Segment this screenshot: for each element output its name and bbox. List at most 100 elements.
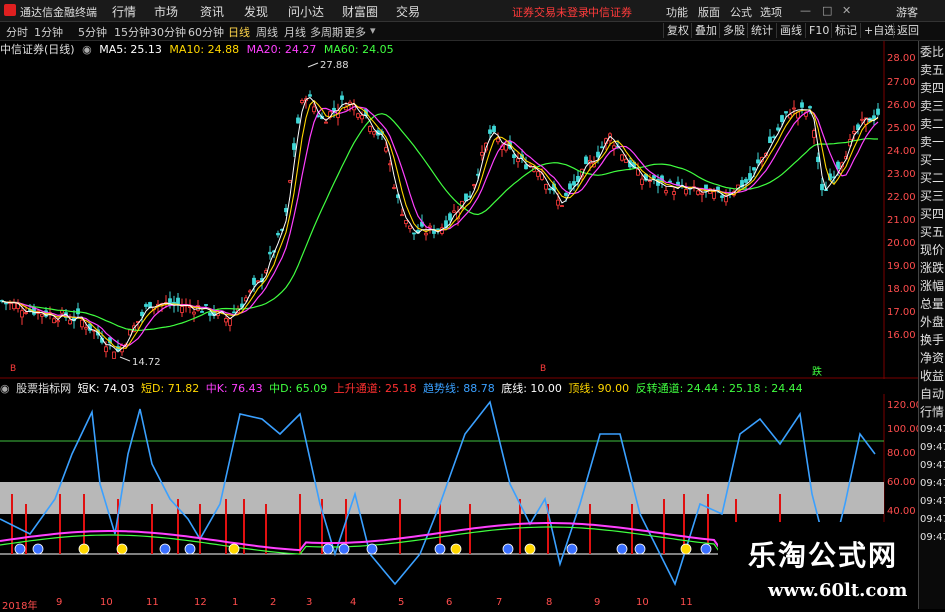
- face-icon: [228, 543, 240, 555]
- candle-body: [752, 167, 756, 171]
- quote-label: 卖五: [920, 63, 945, 77]
- adjust-button[interactable]: 复权: [663, 23, 692, 38]
- menu-formula[interactable]: 公式: [730, 4, 752, 20]
- candle-body: [480, 152, 484, 156]
- candle-body: [640, 178, 644, 185]
- candle-body: [412, 232, 416, 235]
- f10-button[interactable]: F10: [805, 23, 832, 38]
- legend-mid-d: 中D: 65.09: [269, 382, 328, 395]
- candle-body: [340, 95, 344, 100]
- close-icon[interactable]: ✕: [842, 4, 851, 17]
- candle-body: [80, 319, 84, 328]
- candle-body: [368, 126, 372, 132]
- face-icon: [566, 543, 578, 555]
- date-label: 4: [350, 597, 357, 608]
- tab-15min[interactable]: 15分钟: [114, 24, 150, 40]
- legend-bottom: 底线: 10.00: [501, 382, 562, 395]
- kline-chart[interactable]: 27.88 14.72 B B 跌 28.00 27.00 26.00 25.0…: [0, 41, 918, 379]
- tab-1min[interactable]: 1分钟: [34, 24, 63, 40]
- tab-more[interactable]: 更多: [344, 24, 366, 40]
- tab-timeshare[interactable]: 分时: [6, 24, 28, 40]
- date-label: 2: [270, 597, 277, 608]
- tab-weekly[interactable]: 周线: [256, 24, 278, 40]
- indicator-name[interactable]: 股票指标网: [16, 382, 71, 395]
- menu-wealth[interactable]: 财富圈: [342, 3, 378, 20]
- multi-stock-button[interactable]: 多股: [719, 23, 748, 38]
- candle-body: [776, 127, 780, 131]
- candle-body: [384, 147, 388, 152]
- candle-body: [780, 115, 784, 123]
- more-chevron-icon[interactable]: ▾: [370, 24, 376, 37]
- candle-body: [180, 306, 184, 313]
- back-button[interactable]: 返回: [893, 23, 922, 38]
- draw-button[interactable]: 画线: [776, 23, 805, 38]
- quote-label: 涨幅: [920, 279, 945, 293]
- tab-multi-period[interactable]: 多周期: [310, 24, 343, 40]
- tab-5min[interactable]: 5分钟: [78, 24, 107, 40]
- quote-label: 买四: [920, 207, 945, 221]
- candle-body: [584, 156, 588, 165]
- login-status[interactable]: 证券交易未登录: [512, 4, 589, 20]
- menu-discover[interactable]: 发现: [244, 3, 268, 20]
- candle-body: [372, 131, 376, 135]
- candle-body: [816, 156, 820, 163]
- face-icon: [616, 543, 628, 555]
- candle-body: [224, 318, 228, 323]
- legend-mid-k: 中K: 76.43: [205, 382, 263, 395]
- candle-body: [744, 178, 748, 183]
- menu-assistant[interactable]: 问小达: [288, 3, 324, 20]
- quote-toggle[interactable]: 行情: [920, 403, 945, 421]
- date-label: 9: [594, 597, 601, 608]
- quote-label: 卖二: [920, 117, 945, 131]
- candle-body: [104, 346, 108, 353]
- candle-body: [4, 302, 8, 305]
- guest-label[interactable]: 游客: [896, 4, 918, 20]
- candle-body: [548, 188, 552, 191]
- candle-body: [360, 115, 364, 120]
- svg-text:26.00: 26.00: [887, 100, 916, 111]
- tab-monthly[interactable]: 月线: [284, 24, 306, 40]
- candle-body: [600, 146, 604, 149]
- stats-button[interactable]: 统计: [747, 23, 776, 38]
- candle-body: [312, 106, 316, 113]
- candle-body: [564, 192, 568, 196]
- candle-body: [652, 175, 656, 179]
- candle-body: [672, 191, 676, 195]
- legend-short-k: 短K: 74.03: [77, 382, 135, 395]
- ma-settings-icon[interactable]: ◉: [82, 43, 92, 56]
- menu-quotes[interactable]: 行情: [112, 3, 136, 20]
- date-label: 2018年: [2, 601, 38, 612]
- tab-60min[interactable]: 60分钟: [188, 24, 224, 40]
- svg-text:25.00: 25.00: [887, 123, 916, 134]
- overlay-button[interactable]: 叠加: [691, 23, 720, 38]
- date-label: 7: [496, 597, 503, 608]
- chart-title[interactable]: 中信证券(日线): [0, 43, 75, 56]
- maximize-icon[interactable]: □: [822, 4, 832, 17]
- candle-body: [252, 277, 256, 285]
- menu-trade[interactable]: 交易: [396, 3, 420, 20]
- mark-button[interactable]: 标记: [831, 23, 860, 38]
- candle-body: [208, 312, 212, 316]
- indicator-settings-icon[interactable]: ◉: [0, 382, 10, 395]
- candle-body: [284, 207, 288, 213]
- menu-market[interactable]: 市场: [154, 3, 178, 20]
- ma20-label: MA20: 24.27: [246, 43, 317, 56]
- candle-body: [324, 121, 328, 124]
- menu-layout[interactable]: 版面: [698, 4, 720, 20]
- minimize-icon[interactable]: —: [800, 4, 811, 17]
- auto-toggle[interactable]: 自动: [920, 385, 945, 403]
- quote-label: 买五: [920, 225, 945, 239]
- svg-text:40.00: 40.00: [887, 506, 916, 517]
- tab-30min[interactable]: 30分钟: [150, 24, 186, 40]
- tab-daily[interactable]: 日线: [228, 24, 250, 40]
- menu-news[interactable]: 资讯: [200, 3, 224, 20]
- svg-text:20.00: 20.00: [887, 238, 916, 249]
- face-icon: [322, 543, 334, 555]
- menu-function[interactable]: 功能: [666, 4, 688, 20]
- broker-name[interactable]: 中信证券: [588, 4, 632, 20]
- candle-body: [448, 213, 452, 221]
- quote-label: 收益: [920, 369, 945, 383]
- menu-options[interactable]: 选项: [760, 4, 782, 20]
- app-title: 通达信金融终端: [20, 6, 97, 19]
- svg-text:24.00: 24.00: [887, 146, 916, 157]
